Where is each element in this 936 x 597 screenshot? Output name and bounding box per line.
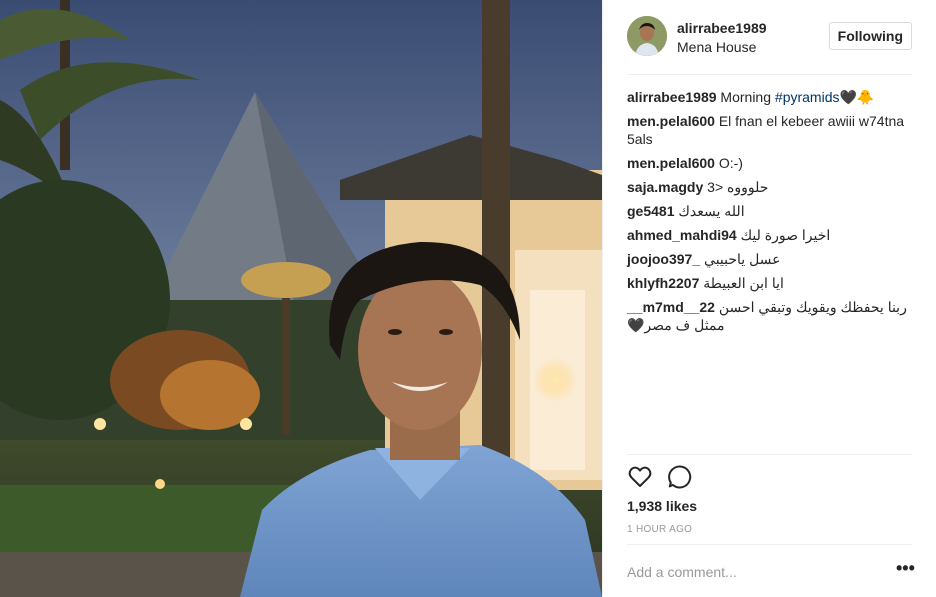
comment-item: men.pelal600 El fnan el kebeer awiii w74…	[627, 112, 915, 148]
comment-text: ايا ابن العبيطة	[703, 275, 784, 291]
post-photo[interactable]	[0, 0, 602, 597]
caption: alirrabee1989 Morning #pyramids🖤🐥	[627, 88, 915, 106]
add-comment-input[interactable]	[627, 562, 877, 582]
author-avatar[interactable]	[627, 16, 667, 56]
comment-item: __m7md__22 ربنا يحفظك ويقويك وتبقي احسن …	[627, 298, 915, 334]
speech-bubble-icon[interactable]	[667, 464, 693, 490]
heart-outline-icon[interactable]	[627, 464, 653, 490]
caption-text: Morning	[720, 89, 772, 105]
post-timestamp[interactable]: 1 HOUR AGO	[627, 524, 692, 535]
comment-text: عسل ياحبيبي	[704, 251, 781, 267]
comment-text: اخيرا صورة ليك	[740, 227, 831, 243]
actions-divider	[627, 454, 912, 455]
comment-username[interactable]: ge5481	[627, 203, 674, 219]
comment-item: men.pelal600 O:-)	[627, 154, 915, 172]
caption-emoji: 🖤🐥	[839, 89, 875, 105]
comment-username[interactable]: __m7md__22	[627, 299, 715, 315]
post-side-panel: alirrabee1989 Mena House Following alirr…	[602, 0, 936, 597]
comment-username[interactable]: khlyfh2207	[627, 275, 699, 291]
comment-item: ahmed_mahdi94 اخيرا صورة ليك	[627, 226, 915, 244]
comment-username[interactable]: saja.magdy	[627, 179, 703, 195]
comment-item: joojoo397_ عسل ياحبيبي	[627, 250, 915, 268]
comment-username[interactable]: men.pelal600	[627, 155, 715, 171]
author-username[interactable]: alirrabee1989	[677, 20, 767, 36]
comment-item: saja.magdy حلوووه <3	[627, 178, 915, 196]
more-options-button[interactable]: •••	[896, 559, 915, 582]
comment-text: الله يسعدك	[678, 203, 745, 219]
post-header: alirrabee1989 Mena House Following	[627, 16, 912, 58]
caption-hashtag[interactable]: #pyramids	[775, 89, 840, 105]
comments-list: alirrabee1989 Morning #pyramids🖤🐥 men.pe…	[627, 88, 915, 340]
comment-username[interactable]: ahmed_mahdi94	[627, 227, 737, 243]
avatar-image	[627, 16, 667, 56]
comment-item: ge5481 الله يسعدك	[627, 202, 915, 220]
header-divider	[627, 74, 912, 75]
comment-text: O:-)	[718, 155, 743, 171]
post-view: alirrabee1989 Mena House Following alirr…	[0, 0, 936, 597]
comment-username[interactable]: joojoo397_	[627, 251, 700, 267]
comment-divider	[627, 544, 912, 545]
following-button[interactable]: Following	[828, 22, 912, 50]
likes-count[interactable]: 1,938 likes	[627, 498, 697, 514]
post-location[interactable]: Mena House	[677, 39, 756, 55]
photo-scene	[0, 0, 602, 597]
comment-item: khlyfh2207 ايا ابن العبيطة	[627, 274, 915, 292]
caption-username[interactable]: alirrabee1989	[627, 89, 717, 105]
comment-username[interactable]: men.pelal600	[627, 113, 715, 129]
comment-text: حلوووه <3	[707, 179, 769, 195]
